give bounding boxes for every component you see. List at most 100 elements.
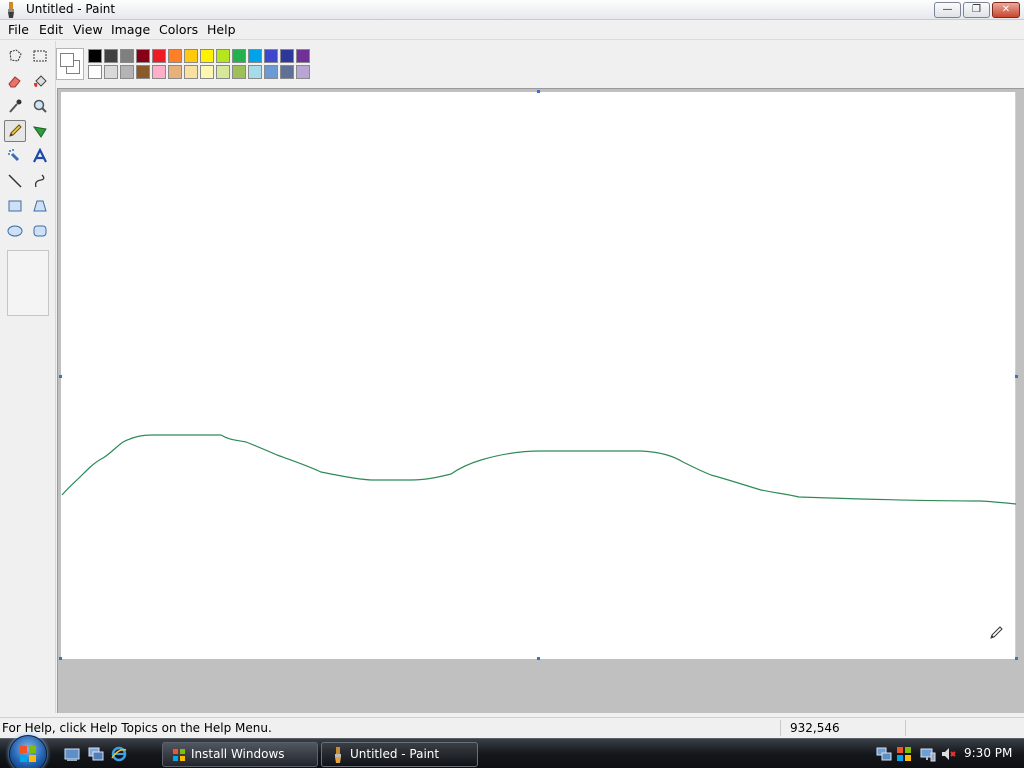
switch-windows-icon[interactable] bbox=[88, 746, 104, 762]
color-swatch[interactable] bbox=[88, 49, 102, 63]
color-swatch[interactable] bbox=[216, 65, 230, 79]
status-help-text: For Help, click Help Topics on the Help … bbox=[2, 721, 272, 735]
taskbar-button-label: Untitled - Paint bbox=[350, 747, 440, 761]
curve-tool[interactable] bbox=[29, 170, 51, 192]
paint-brush-icon bbox=[335, 747, 341, 763]
color-swatch[interactable] bbox=[248, 49, 262, 63]
status-bar: For Help, click Help Topics on the Help … bbox=[0, 717, 1024, 737]
eraser-icon bbox=[8, 76, 21, 88]
title-bar[interactable]: Untitled - Paint — ❐ ✕ bbox=[0, 0, 1024, 20]
color-swatch[interactable] bbox=[200, 65, 214, 79]
color-swatch[interactable] bbox=[296, 65, 310, 79]
drawing-canvas[interactable] bbox=[61, 92, 1016, 659]
color-swatch[interactable] bbox=[136, 65, 150, 79]
display-icon[interactable] bbox=[920, 746, 936, 762]
brush-icon bbox=[32, 126, 47, 138]
menu-help[interactable]: Help bbox=[205, 22, 238, 37]
minimize-button[interactable]: — bbox=[934, 2, 961, 18]
color-swatch[interactable] bbox=[152, 65, 166, 79]
color-swatch[interactable] bbox=[168, 65, 182, 79]
resize-handle-top[interactable] bbox=[537, 90, 540, 93]
resize-handle-bottom-right[interactable] bbox=[1015, 657, 1018, 660]
volume-muted-icon[interactable] bbox=[940, 746, 956, 762]
internet-explorer-icon[interactable] bbox=[111, 746, 127, 762]
taskbar-clock[interactable]: 9:30 PM bbox=[964, 746, 1012, 760]
close-button[interactable]: ✕ bbox=[992, 2, 1020, 18]
minimize-icon: — bbox=[942, 4, 953, 15]
color-swatch[interactable] bbox=[120, 49, 134, 63]
color-swatch[interactable] bbox=[264, 65, 278, 79]
resize-handle-bottom-left[interactable] bbox=[59, 657, 62, 660]
color-swatch[interactable] bbox=[152, 49, 166, 63]
text-tool[interactable] bbox=[29, 145, 51, 167]
foreground-color-swatch[interactable] bbox=[60, 53, 74, 67]
security-icon[interactable] bbox=[896, 746, 912, 762]
color-swatch[interactable] bbox=[264, 49, 278, 63]
color-swatch[interactable] bbox=[296, 49, 310, 63]
eraser-tool[interactable] bbox=[4, 70, 26, 92]
pencil-tool[interactable] bbox=[4, 120, 26, 142]
drawing-layer bbox=[61, 434, 1016, 505]
fill-with-color-icon bbox=[34, 75, 47, 87]
select-icon bbox=[33, 50, 47, 62]
network-icon[interactable] bbox=[876, 746, 892, 762]
start-button[interactable] bbox=[9, 735, 47, 768]
color-swatch[interactable] bbox=[184, 65, 198, 79]
color-swatch[interactable] bbox=[200, 49, 214, 63]
menu-colors[interactable]: Colors bbox=[157, 22, 200, 37]
resize-handle-left[interactable] bbox=[59, 375, 62, 378]
polygon-icon bbox=[33, 200, 47, 212]
taskbar-button-install-windows[interactable]: Install Windows bbox=[162, 742, 318, 767]
tool-options-box[interactable] bbox=[7, 250, 49, 316]
color-swatch[interactable] bbox=[248, 65, 262, 79]
free-form-select-tool[interactable] bbox=[4, 45, 26, 67]
menu-edit[interactable]: Edit bbox=[37, 22, 65, 37]
menu-view[interactable]: View bbox=[71, 22, 105, 37]
paint-brush-icon bbox=[8, 2, 14, 18]
close-icon: ✕ bbox=[1001, 4, 1011, 15]
color-swatch[interactable] bbox=[216, 49, 230, 63]
brush-tool[interactable] bbox=[29, 120, 51, 142]
text-icon bbox=[33, 148, 47, 163]
color-swatch[interactable] bbox=[232, 49, 246, 63]
taskbar: Install Windows Untitled - Paint 9:30 PM bbox=[0, 735, 1024, 768]
install-windows-icon bbox=[173, 749, 185, 761]
start-orb-icon bbox=[20, 746, 36, 762]
menu-file[interactable]: File bbox=[6, 22, 31, 37]
show-desktop-icon[interactable] bbox=[64, 746, 80, 762]
cursor-coordinates: 932,546 bbox=[790, 721, 840, 735]
ellipse-icon bbox=[7, 225, 23, 237]
resize-handle-bottom[interactable] bbox=[537, 657, 540, 660]
current-colors[interactable] bbox=[56, 48, 84, 80]
color-swatch[interactable] bbox=[104, 49, 118, 63]
color-swatch[interactable] bbox=[168, 49, 182, 63]
color-swatch[interactable] bbox=[120, 65, 134, 79]
color-swatch[interactable] bbox=[280, 49, 294, 63]
rounded-rectangle-tool[interactable] bbox=[29, 220, 51, 242]
maximize-button[interactable]: ❐ bbox=[963, 2, 990, 18]
resize-handle-right[interactable] bbox=[1015, 375, 1018, 378]
color-swatch[interactable] bbox=[184, 49, 198, 63]
magnifier-icon bbox=[33, 99, 47, 113]
tool-box bbox=[0, 41, 56, 713]
rectangle-icon bbox=[8, 200, 22, 212]
line-tool[interactable] bbox=[4, 170, 26, 192]
polygon-tool[interactable] bbox=[29, 195, 51, 217]
magnifier-tool[interactable] bbox=[29, 95, 51, 117]
maximize-icon: ❐ bbox=[972, 4, 981, 15]
status-divider bbox=[780, 720, 781, 736]
color-swatch[interactable] bbox=[280, 65, 294, 79]
select-tool[interactable] bbox=[29, 45, 51, 67]
airbrush-tool[interactable] bbox=[4, 145, 26, 167]
ellipse-tool[interactable] bbox=[4, 220, 26, 242]
color-swatch[interactable] bbox=[232, 65, 246, 79]
pick-color-tool[interactable] bbox=[4, 95, 26, 117]
taskbar-button-paint[interactable]: Untitled - Paint bbox=[321, 742, 478, 767]
fill-with-color-tool[interactable] bbox=[29, 70, 51, 92]
color-swatch[interactable] bbox=[104, 65, 118, 79]
color-swatch[interactable] bbox=[88, 65, 102, 79]
menu-image[interactable]: Image bbox=[109, 22, 152, 37]
rectangle-tool[interactable] bbox=[4, 195, 26, 217]
color-swatch[interactable] bbox=[136, 49, 150, 63]
rounded-rectangle-icon bbox=[33, 225, 47, 237]
